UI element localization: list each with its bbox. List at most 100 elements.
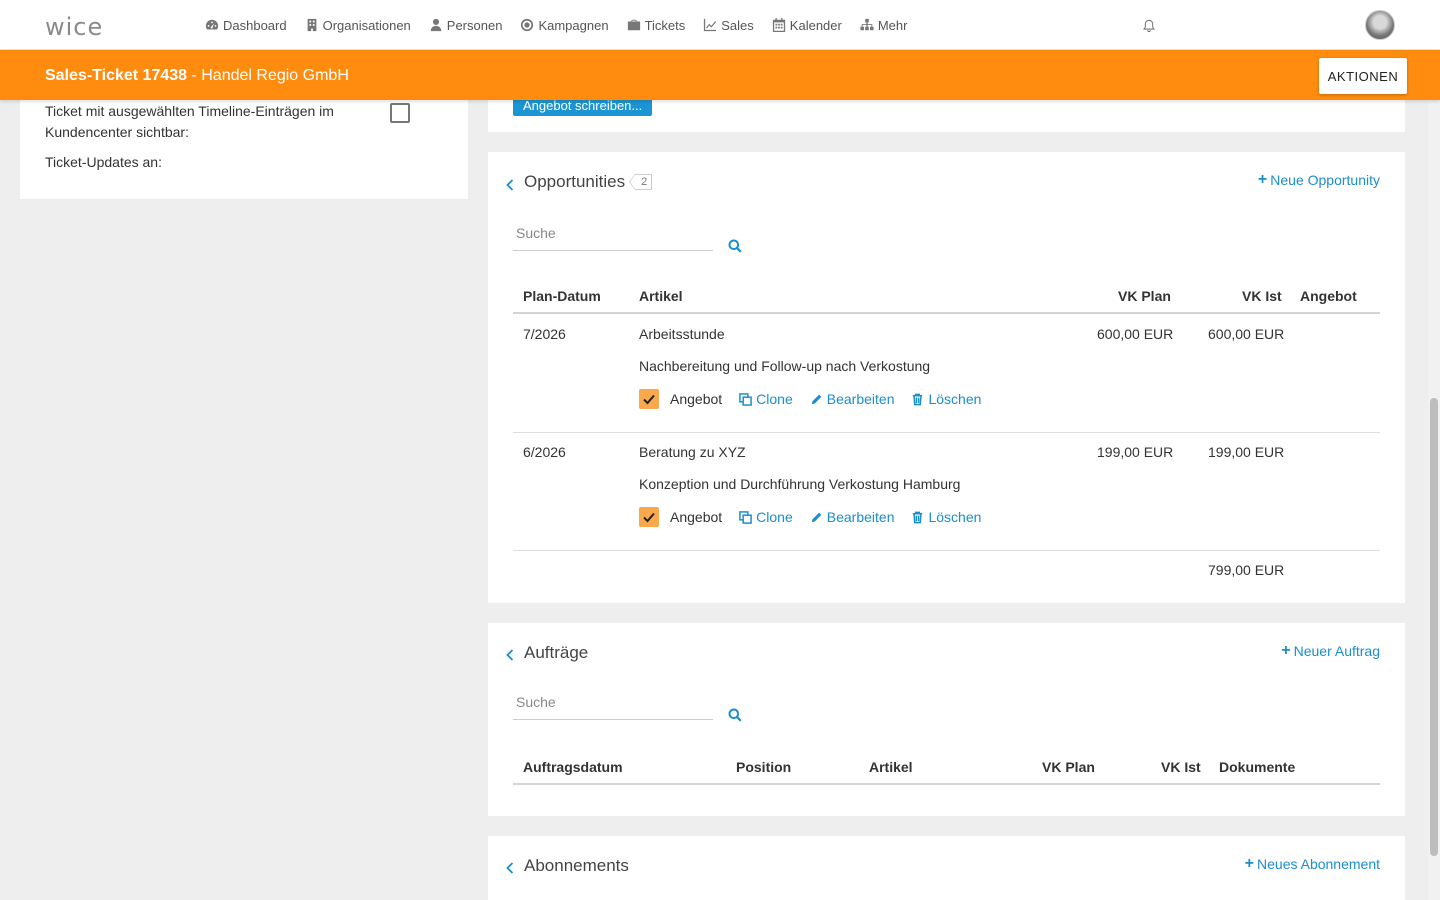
opportunities-table-header: Plan-Datum Artikel VK Plan VK Ist Angebo…: [513, 276, 1380, 314]
visibility-label-line2: Kundencenter sichtbar:: [45, 124, 189, 140]
top-navigation-bar: wice Dashboard Organisationen Personen K…: [0, 0, 1440, 50]
col-artikel[interactable]: Artikel: [869, 759, 913, 775]
row-actions: Angebot Clone Bearbeiten Löschen: [639, 389, 981, 409]
col-plan-datum[interactable]: Plan-Datum: [523, 288, 601, 304]
clone-label: Clone: [756, 509, 793, 525]
nav-label: Mehr: [877, 17, 908, 33]
row-vk-plan: 600,00 EUR: [1097, 326, 1174, 342]
visibility-checkbox[interactable]: [390, 103, 410, 123]
offer-checkbox[interactable]: [639, 507, 659, 527]
chevron-left-icon[interactable]: [503, 861, 517, 875]
chart-line-icon: [704, 18, 717, 32]
nav-label: Sales: [721, 17, 754, 33]
col-vk-plan[interactable]: VK Plan: [1118, 288, 1171, 304]
offer-checkbox-label: Angebot: [670, 391, 723, 407]
ticket-company: - Handel Regio GmbH: [187, 67, 349, 84]
plus-icon: +: [1257, 171, 1268, 188]
clone-link[interactable]: Clone: [739, 509, 793, 525]
pencil-icon: [811, 512, 822, 522]
nav-item-sales[interactable]: Sales: [703, 18, 754, 33]
pencil-icon: [811, 394, 822, 404]
clone-label: Clone: [756, 391, 793, 407]
table-row: 6/2026 Beratung zu XYZ 199,00 EUR 199,00…: [513, 433, 1380, 551]
subscriptions-header: Abonnements: [503, 856, 629, 876]
table-row: 7/2026 Arbeitsstunde 600,00 EUR 600,00 E…: [513, 315, 1380, 433]
nav-item-kampagnen[interactable]: Kampagnen: [520, 17, 609, 33]
clone-icon: [739, 392, 752, 406]
orders-search-input[interactable]: [513, 685, 713, 719]
orders-header: Aufträge: [503, 643, 588, 663]
edit-link[interactable]: Bearbeiten: [810, 391, 894, 407]
bell-icon[interactable]: [1142, 19, 1156, 33]
page-scrollbar-thumb[interactable]: [1430, 398, 1438, 856]
ticket-number: Sales-Ticket 17438: [45, 67, 188, 84]
row-article: Arbeitsstunde: [639, 326, 725, 342]
new-order-label: Neuer Auftrag: [1293, 643, 1380, 659]
chevron-left-icon[interactable]: [503, 648, 517, 662]
nav-item-personen[interactable]: Personen: [429, 18, 502, 33]
edit-label: Bearbeiten: [826, 509, 895, 525]
person-icon: [430, 18, 442, 32]
briefcase-icon: [627, 19, 640, 31]
nav-label: Organisationen: [322, 17, 411, 33]
offer-checkbox-label: Angebot: [670, 509, 723, 525]
new-order-link[interactable]: + Neuer Auftrag: [1281, 642, 1380, 660]
new-opportunity-label: Neue Opportunity: [1270, 172, 1380, 188]
offer-card: Angebot schreiben...: [488, 94, 1405, 132]
opportunities-search: [513, 216, 713, 251]
col-angebot[interactable]: Angebot: [1300, 288, 1357, 304]
new-subscription-link[interactable]: + Neues Abonnement: [1244, 855, 1380, 873]
search-icon[interactable]: [728, 239, 742, 253]
nav-item-dashboard[interactable]: Dashboard: [205, 18, 287, 33]
clone-link[interactable]: Clone: [739, 391, 793, 407]
sitemap-icon: [860, 18, 874, 31]
col-auftragsdatum[interactable]: Auftragsdatum: [523, 759, 623, 775]
orders-search: [513, 685, 713, 720]
ticket-header-bar: Sales-Ticket 17438 - Handel Regio GmbH A…: [0, 50, 1440, 100]
col-vk-plan[interactable]: VK Plan: [1042, 759, 1095, 775]
new-opportunity-link[interactable]: + Neue Opportunity: [1257, 171, 1380, 189]
delete-label: Löschen: [928, 509, 982, 525]
col-dokumente[interactable]: Dokumente: [1219, 759, 1295, 775]
nav-item-organisationen[interactable]: Organisationen: [305, 18, 411, 33]
calendar-icon: [772, 18, 785, 32]
opportunities-search-input[interactable]: [513, 216, 713, 250]
chevron-left-icon[interactable]: [503, 178, 517, 192]
delete-label: Löschen: [928, 391, 982, 407]
col-vk-ist[interactable]: VK Ist: [1242, 288, 1282, 304]
col-vk-ist[interactable]: VK Ist: [1161, 759, 1201, 775]
row-plan-date: 6/2026: [523, 444, 566, 460]
row-article: Beratung zu XYZ: [639, 444, 746, 460]
search-icon[interactable]: [728, 708, 742, 722]
target-icon: [521, 18, 534, 32]
opportunities-total: 799,00 EUR: [1208, 562, 1285, 578]
new-subscription-label: Neues Abonnement: [1257, 856, 1380, 872]
nav-item-kalender[interactable]: Kalender: [772, 18, 842, 33]
opportunities-header: Opportunities 2: [503, 172, 653, 192]
trash-icon: [913, 511, 923, 523]
col-position[interactable]: Position: [736, 759, 791, 775]
orders-card: Aufträge + Neuer Auftrag Auftragsdatum P…: [488, 623, 1405, 816]
col-artikel[interactable]: Artikel: [639, 288, 683, 304]
row-actions: Angebot Clone Bearbeiten Löschen: [639, 507, 981, 527]
actions-button[interactable]: AKTIONEN: [1319, 58, 1407, 94]
row-description: Konzeption und Durchführung Verkostung H…: [639, 476, 961, 492]
nav-label: Kalender: [789, 17, 842, 33]
opportunities-card: Opportunities 2 + Neue Opportunity Plan-…: [488, 152, 1405, 603]
row-vk-ist: 199,00 EUR: [1208, 444, 1285, 460]
nav-item-tickets[interactable]: Tickets: [627, 18, 685, 33]
plus-icon: +: [1244, 855, 1255, 872]
plus-icon: +: [1281, 642, 1291, 659]
ticket-updates-label: Ticket-Updates an:: [45, 154, 162, 170]
nav-label: Kampagnen: [538, 17, 609, 33]
app-logo[interactable]: wice: [45, 13, 103, 41]
nav-item-mehr[interactable]: Mehr: [860, 17, 908, 33]
delete-link[interactable]: Löschen: [911, 509, 981, 525]
user-avatar[interactable]: [1365, 10, 1395, 40]
ticket-title: Sales-Ticket 17438 - Handel Regio GmbH: [45, 67, 349, 85]
building-icon: [307, 18, 316, 32]
edit-link[interactable]: Bearbeiten: [810, 509, 895, 525]
nav-label: Dashboard: [223, 17, 287, 33]
offer-checkbox[interactable]: [639, 389, 659, 409]
delete-link[interactable]: Löschen: [911, 391, 981, 407]
